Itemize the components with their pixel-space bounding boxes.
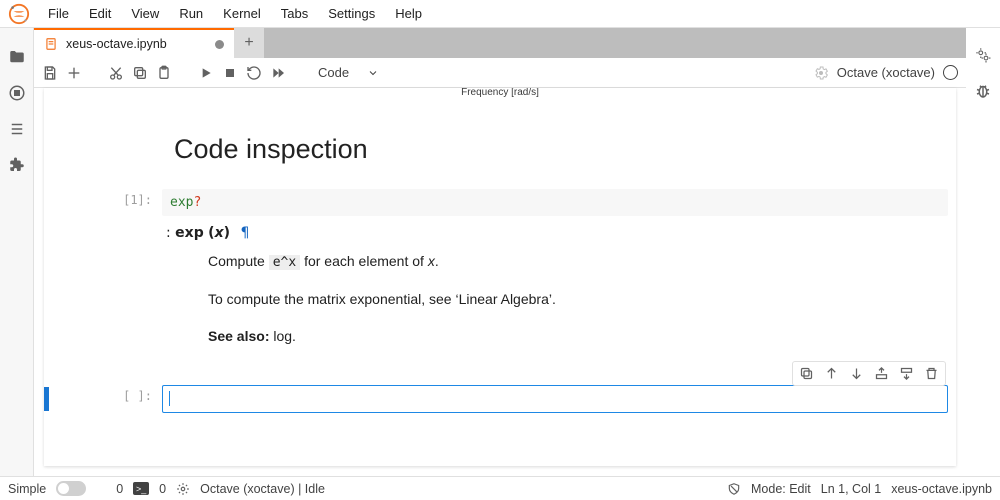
extensions-icon[interactable] (8, 156, 26, 174)
menu-kernel[interactable]: Kernel (213, 2, 271, 25)
active-code-cell[interactable]: [ ]: (44, 385, 948, 413)
cut-icon[interactable] (108, 65, 124, 81)
stop-icon[interactable] (222, 65, 238, 81)
terminal-count[interactable]: 0 (159, 482, 166, 496)
duplicate-icon[interactable] (799, 366, 814, 381)
tab-bar: xeus-octave.ipynb + (34, 28, 966, 58)
code-input[interactable]: exp? (162, 189, 948, 216)
notebook-doc-icon (44, 37, 58, 51)
run-all-icon[interactable] (270, 65, 286, 81)
menu-edit[interactable]: Edit (79, 2, 121, 25)
cursor-position[interactable]: Ln 1, Col 1 (821, 482, 881, 496)
menu-settings[interactable]: Settings (318, 2, 385, 25)
run-icon[interactable] (198, 65, 214, 81)
menu-help[interactable]: Help (385, 2, 432, 25)
cell-toolbar (792, 361, 946, 386)
debugger-bug-icon[interactable] (974, 82, 992, 100)
move-up-icon[interactable] (824, 366, 839, 381)
code-input[interactable] (162, 385, 948, 413)
trust-shield-icon[interactable] (727, 482, 741, 496)
notebook-tab[interactable]: xeus-octave.ipynb (34, 28, 234, 58)
simple-mode-toggle[interactable] (56, 481, 86, 496)
kernel-selector[interactable]: Octave (xoctave) (837, 65, 958, 80)
kernel-name: Octave (xoctave) (837, 65, 935, 80)
kernel-status-icon (943, 65, 958, 80)
tab-dirty-dot (215, 40, 224, 49)
lsp-gear-icon[interactable] (176, 482, 190, 496)
kernel-status[interactable]: Octave (xoctave) | Idle (200, 482, 325, 496)
menu-file[interactable]: File (38, 2, 79, 25)
save-icon[interactable] (42, 65, 58, 81)
terminal-icon[interactable]: >_ (133, 482, 149, 495)
tab-title: xeus-octave.ipynb (66, 37, 167, 51)
mode-indicator[interactable]: Mode: Edit (751, 482, 811, 496)
markdown-heading: Code inspection (174, 134, 956, 165)
jupyter-logo (8, 3, 30, 25)
left-sidebar (0, 28, 34, 476)
menu-run[interactable]: Run (169, 2, 213, 25)
paste-icon[interactable] (156, 65, 172, 81)
main-area: xeus-octave.ipynb + (34, 28, 966, 476)
cell-type-select[interactable]: Code (312, 65, 385, 80)
menu-tabs[interactable]: Tabs (271, 2, 318, 25)
toc-icon[interactable] (8, 120, 26, 138)
status-bar: Simple 0 >_ 0 Octave (xoctave) | Idle Mo… (0, 476, 1000, 500)
insert-above-icon[interactable] (874, 366, 889, 381)
filename-indicator[interactable]: xeus-octave.ipynb (891, 482, 992, 496)
right-sidebar (966, 28, 1000, 476)
kernel-gear-icon[interactable] (813, 65, 829, 81)
cell-type-label: Code (318, 65, 349, 80)
notebook-scroll[interactable]: Frequency [rad/s] Code inspection [1]: e… (34, 88, 966, 476)
folder-icon[interactable] (8, 48, 26, 66)
simple-mode-label: Simple (8, 482, 46, 496)
copy-icon[interactable] (132, 65, 148, 81)
add-cell-icon[interactable] (66, 65, 82, 81)
code-cell: [1]: exp? : exp (x) ¶ (44, 185, 956, 365)
notebook-toolbar: Code Octave (xoctave) (34, 58, 966, 88)
menu-view[interactable]: View (121, 2, 169, 25)
prev-output-axis-label: Frequency [rad/s] (44, 88, 956, 98)
new-tab-button[interactable]: + (234, 28, 264, 58)
inspector-gear-icon[interactable] (974, 46, 992, 64)
move-down-icon[interactable] (849, 366, 864, 381)
cell-prompt: [ ]: (49, 385, 162, 413)
insert-below-icon[interactable] (899, 366, 914, 381)
pilcrow-icon[interactable]: ¶ (240, 225, 249, 241)
restart-icon[interactable] (246, 65, 262, 81)
kernel-count[interactable]: 0 (116, 482, 123, 496)
chevron-down-icon (367, 67, 379, 79)
running-icon[interactable] (8, 84, 26, 102)
menu-bar: File Edit View Run Kernel Tabs Settings … (0, 0, 1000, 28)
cell-prompt: [1]: (44, 189, 162, 361)
delete-icon[interactable] (924, 366, 939, 381)
doc-output: : exp (x) ¶ Compute e^x for each element… (162, 216, 948, 347)
